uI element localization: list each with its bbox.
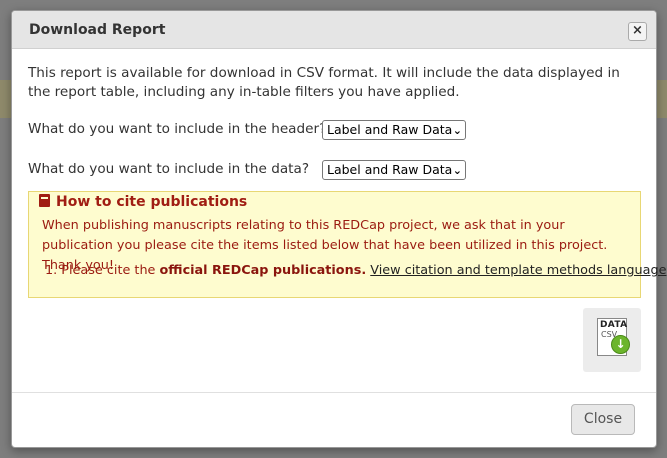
citation-title-text: How to cite publications [56,194,248,210]
close-button[interactable]: Close [571,404,635,435]
data-question-label: What do you want to include in the data? [28,161,310,177]
download-arrow-icon: ↓ [611,335,630,354]
data-select-value: Label and Raw Data [327,162,453,177]
citation-item-bold: official REDCap publications. [159,263,367,278]
citation-title: How to cite publications [39,194,247,210]
book-icon [39,194,50,207]
citation-item-prefix: 1. Please cite the [45,263,160,278]
dialog-titlebar: Download Report × [12,11,656,49]
view-citation-link[interactable]: View citation and template methods langu… [370,263,666,278]
citation-box: How to cite publications When publishing… [28,191,666,298]
header-question-label: What do you want to include in the heade… [28,121,327,137]
download-csv-button[interactable]: DATA CSV ↓ [583,308,641,372]
dialog-title: Download Report [29,22,166,38]
data-include-select[interactable]: Label and Raw Data ⌄ [322,160,466,180]
close-icon[interactable]: × [628,22,647,41]
intro-text: This report is available for download in… [28,65,620,100]
chevron-down-icon: ⌄ [452,164,462,177]
header-include-select[interactable]: Label and Raw Data ⌄ [322,120,466,140]
header-select-value: Label and Raw Data [327,122,453,137]
footer-divider [12,392,656,393]
citation-item: 1. Please cite the official REDCap publi… [45,263,666,278]
download-report-dialog: Download Report × This report is availab… [11,10,666,448]
csv-icon-label-data: DATA [600,320,628,330]
chevron-down-icon: ⌄ [452,124,462,137]
